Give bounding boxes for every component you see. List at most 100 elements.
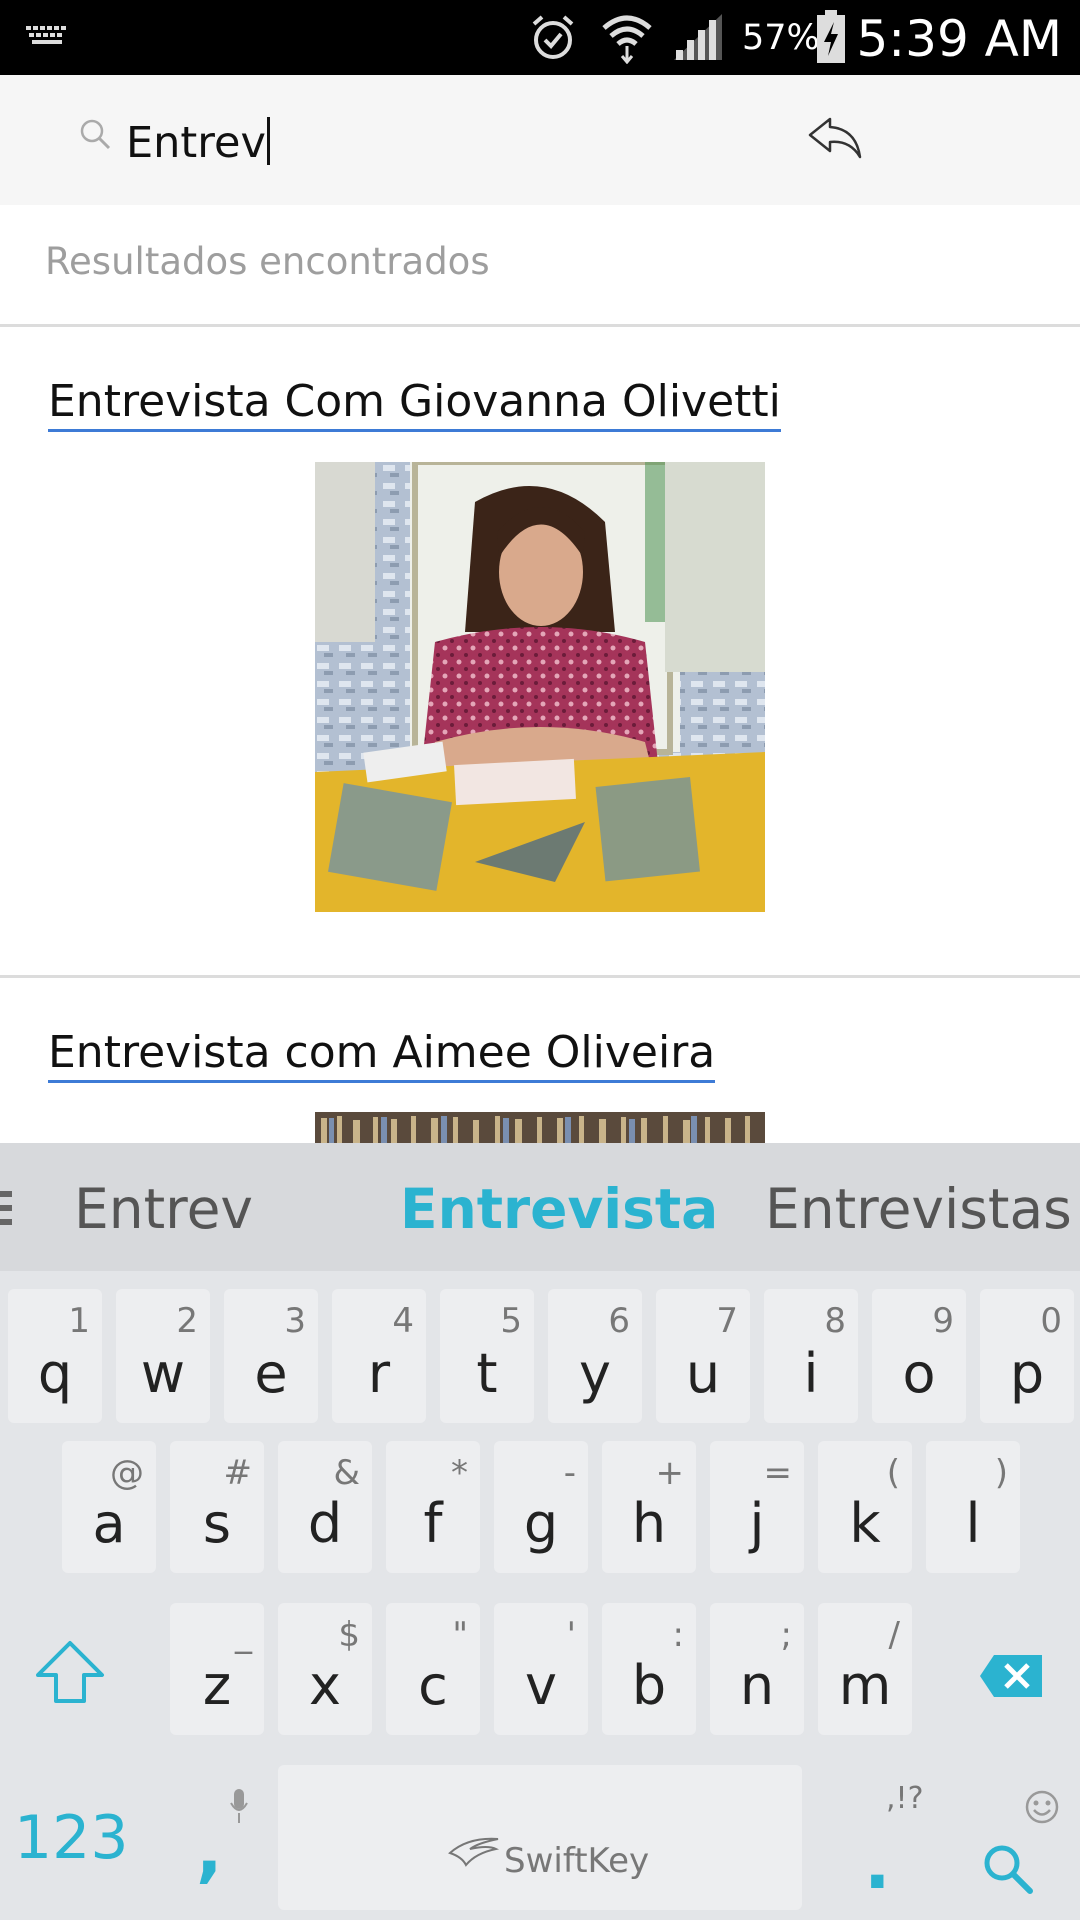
key-label: b <box>631 1654 667 1717</box>
comma-key[interactable]: , <box>160 1773 260 1913</box>
period-key[interactable]: ,!? . <box>840 1773 940 1913</box>
key-label: i <box>803 1342 819 1405</box>
key-o[interactable]: 9o <box>872 1289 966 1423</box>
period-key-label: . <box>864 1823 891 1905</box>
key-q[interactable]: 1q <box>8 1289 102 1423</box>
key-v[interactable]: ' v <box>494 1603 588 1735</box>
key-alt-label: 4 <box>392 1301 414 1341</box>
key-w[interactable]: 2w <box>116 1289 210 1423</box>
key-alt-label: ; <box>780 1615 792 1655</box>
key-alt-label: 5 <box>500 1301 522 1341</box>
key-f[interactable]: * f <box>386 1441 480 1573</box>
search-input-value: Entrev <box>126 118 266 168</box>
key-l[interactable]: ) l <box>926 1441 1020 1573</box>
key-p[interactable]: 0p <box>980 1289 1074 1423</box>
key-label: n <box>739 1654 775 1717</box>
clock: 5:39 AM <box>856 10 1062 68</box>
suggestion-right[interactable]: Entrevistas <box>765 1177 1072 1241</box>
key-a[interactable]: @ a <box>62 1441 156 1573</box>
menu-icon[interactable] <box>0 1191 12 1197</box>
key-t[interactable]: 5t <box>440 1289 534 1423</box>
space-key[interactable]: SwiftKey <box>278 1765 802 1910</box>
key-g[interactable]: -g <box>494 1441 588 1573</box>
key-label: k <box>849 1492 881 1555</box>
shift-key[interactable] <box>18 1611 122 1741</box>
key-alt-label: 0 <box>1040 1301 1062 1341</box>
keyboard: Entrev Entrevista Entrevistas 123 , Swif… <box>0 1143 1080 1920</box>
alarm-icon <box>532 15 574 59</box>
key-alt-label: 7 <box>716 1301 738 1341</box>
key-alt-label: @ <box>110 1453 144 1493</box>
search-bar: Entrev <box>0 75 1080 205</box>
key-label: m <box>838 1654 892 1717</box>
keyboard-notification-icon <box>26 26 68 48</box>
key-label: y <box>579 1342 611 1405</box>
key-alt-label: * <box>451 1453 468 1493</box>
key-label: e <box>254 1342 288 1405</box>
key-label: p <box>1009 1342 1045 1405</box>
results-label: Resultados encontrados <box>45 240 490 283</box>
search-input[interactable]: Entrev <box>126 117 270 168</box>
key-label: f <box>423 1492 443 1555</box>
key-alt-label: 3 <box>284 1301 306 1341</box>
key-h[interactable]: + h <box>602 1441 696 1573</box>
period-key-alt: ,!? <box>886 1781 924 1816</box>
key-alt-label: $ <box>338 1615 360 1655</box>
key-b[interactable]: :b <box>602 1603 696 1735</box>
key-alt-label: ' <box>566 1615 576 1655</box>
signal-icon <box>674 14 722 60</box>
result-thumbnail[interactable] <box>315 1112 765 1144</box>
key-c[interactable]: " c <box>386 1603 480 1735</box>
emoji-icon <box>1025 1790 1059 1824</box>
key-n[interactable]: ; n <box>710 1603 804 1735</box>
key-label: r <box>367 1342 391 1405</box>
key-r[interactable]: 4r <box>332 1289 426 1423</box>
search-key[interactable] <box>960 1773 1080 1913</box>
divider <box>0 975 1080 978</box>
key-label: q <box>37 1342 73 1405</box>
result-thumbnail[interactable] <box>315 462 765 912</box>
key-s[interactable]: # s <box>170 1441 264 1573</box>
key-d[interactable]: & d <box>278 1441 372 1573</box>
reply-back-icon[interactable] <box>806 115 864 161</box>
key-e[interactable]: 3e <box>224 1289 318 1423</box>
key-z[interactable]: _ z <box>170 1603 264 1735</box>
status-bar: 57% 5:39 AM <box>0 0 1080 75</box>
key-label: x <box>309 1654 341 1717</box>
suggestion-center[interactable]: Entrevista <box>400 1177 718 1241</box>
shift-arrow-icon <box>36 1641 104 1703</box>
key-x[interactable]: $ x <box>278 1603 372 1735</box>
battery-charging-icon <box>817 10 845 63</box>
key-label: h <box>631 1492 667 1555</box>
key-i[interactable]: 8i <box>764 1289 858 1423</box>
key-alt-label: ( <box>886 1453 900 1493</box>
search-icon <box>984 1845 1033 1894</box>
result-title-link[interactable]: Entrevista Com Giovanna Olivetti <box>48 377 781 432</box>
key-alt-label: 8 <box>824 1301 846 1341</box>
text-caret <box>266 117 270 165</box>
key-alt-label: 6 <box>608 1301 630 1341</box>
key-k[interactable]: (k <box>818 1441 912 1573</box>
battery-percent: 57% <box>742 18 820 58</box>
key-label: c <box>418 1654 448 1717</box>
microphone-icon <box>230 1789 248 1823</box>
wifi-icon <box>602 15 652 64</box>
result-title-link[interactable]: Entrevista com Aimee Oliveira <box>48 1028 716 1083</box>
key-alt-label: / <box>888 1615 900 1655</box>
key-j[interactable]: = j <box>710 1441 804 1573</box>
backspace-icon <box>980 1655 1042 1697</box>
key-alt-label: # <box>223 1453 253 1493</box>
key-m[interactable]: / m <box>818 1603 912 1735</box>
key-u[interactable]: 7u <box>656 1289 750 1423</box>
numbers-key[interactable]: 123 <box>0 1773 140 1913</box>
backspace-key[interactable] <box>958 1611 1062 1741</box>
numbers-key-label: 123 <box>14 1803 129 1873</box>
key-label: l <box>965 1492 981 1555</box>
key-alt-label: & <box>333 1453 360 1493</box>
suggestion-left[interactable]: Entrev <box>74 1177 253 1241</box>
space-key-brand: SwiftKey <box>504 1841 650 1881</box>
key-y[interactable]: 6y <box>548 1289 642 1423</box>
key-label: s <box>202 1492 232 1555</box>
swiftkey-logo-icon <box>448 1837 500 1867</box>
suggestion-bar: Entrev Entrevista Entrevistas <box>0 1143 1080 1271</box>
